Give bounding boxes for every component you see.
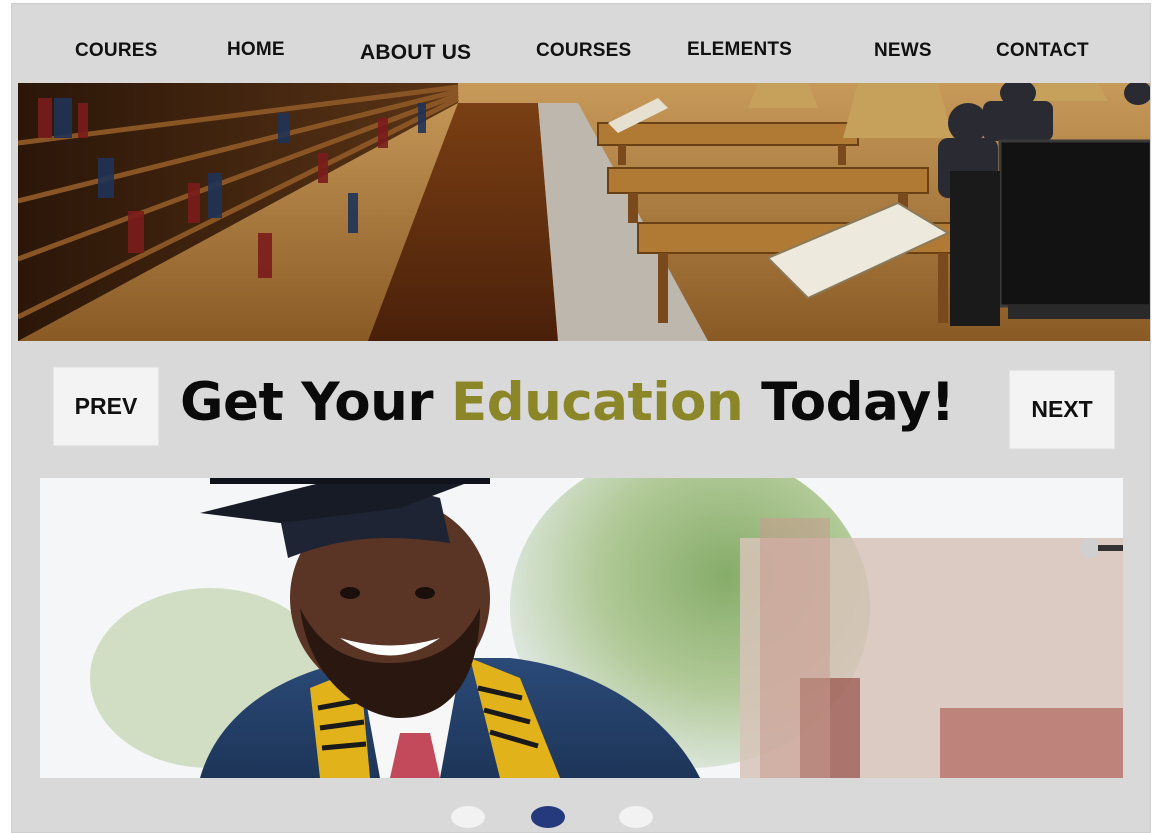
- headline-accent: Education: [450, 372, 744, 433]
- nav-item-contact[interactable]: CONTACT: [996, 40, 1089, 62]
- prev-button[interactable]: PREV: [53, 367, 159, 446]
- nav-item-courses[interactable]: COURSES: [536, 40, 631, 62]
- nav-item-news[interactable]: NEWS: [874, 40, 932, 62]
- slider-dot-1[interactable]: [451, 806, 485, 828]
- nav-item-coures[interactable]: COURES: [75, 40, 158, 62]
- headline-end: Today!: [743, 372, 955, 433]
- nav-item-home[interactable]: HOME: [227, 39, 285, 61]
- slider-dot-3[interactable]: [619, 806, 653, 828]
- slider-dot-2[interactable]: [531, 806, 565, 828]
- nav-item-about-us[interactable]: ABOUT US: [360, 41, 471, 65]
- graduate-hero-image: [40, 478, 1123, 778]
- next-button[interactable]: NEXT: [1009, 370, 1115, 449]
- hero-headline: Get Your Education Today!: [180, 368, 970, 438]
- page-frame: COURES HOME ABOUT US COURSES ELEMENTS NE…: [11, 3, 1151, 833]
- main-nav: COURES HOME ABOUT US COURSES ELEMENTS NE…: [12, 4, 1150, 84]
- library-hero-image: [18, 83, 1150, 341]
- headline-start: Get Your: [180, 372, 451, 433]
- nav-item-elements[interactable]: ELEMENTS: [687, 39, 792, 61]
